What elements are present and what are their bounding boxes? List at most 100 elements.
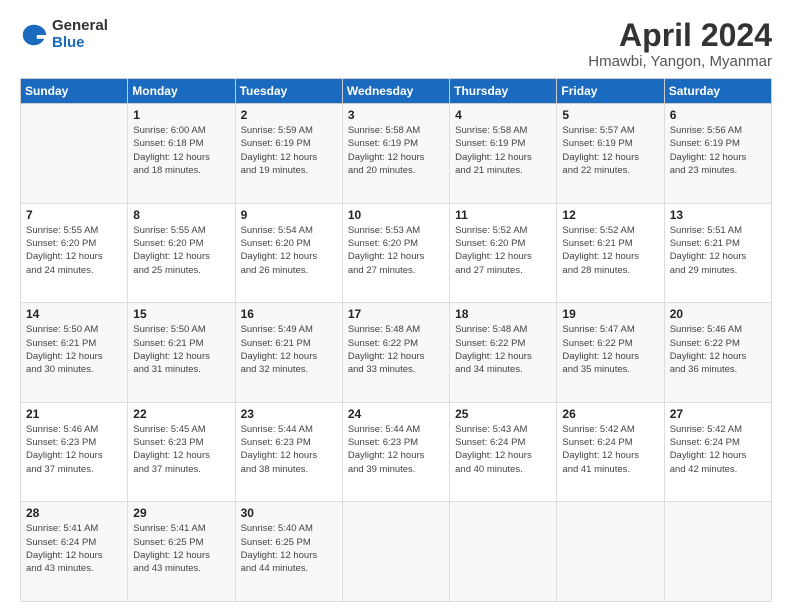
day-number: 15 (133, 307, 229, 321)
calendar-header-row: Sunday Monday Tuesday Wednesday Thursday… (21, 79, 772, 104)
day-info: Sunrise: 5:55 AM Sunset: 6:20 PM Dayligh… (26, 224, 122, 277)
title-month: April 2024 (588, 18, 772, 53)
day-number: 11 (455, 208, 551, 222)
day-info: Sunrise: 5:42 AM Sunset: 6:24 PM Dayligh… (670, 423, 766, 476)
logo: General Blue (20, 18, 108, 51)
day-info: Sunrise: 5:52 AM Sunset: 6:20 PM Dayligh… (455, 224, 551, 277)
day-info: Sunrise: 5:59 AM Sunset: 6:19 PM Dayligh… (241, 124, 337, 177)
day-number: 21 (26, 407, 122, 421)
page: General Blue April 2024 Hmawbi, Yangon, … (0, 0, 792, 612)
day-info: Sunrise: 5:44 AM Sunset: 6:23 PM Dayligh… (348, 423, 444, 476)
day-info: Sunrise: 5:57 AM Sunset: 6:19 PM Dayligh… (562, 124, 658, 177)
calendar-day-cell: 3 Sunrise: 5:58 AM Sunset: 6:19 PM Daylig… (342, 104, 449, 204)
day-info: Sunrise: 5:56 AM Sunset: 6:19 PM Dayligh… (670, 124, 766, 177)
calendar-day-cell: 18 Sunrise: 5:48 AM Sunset: 6:22 PM Dayli… (450, 303, 557, 403)
col-sunday: Sunday (21, 79, 128, 104)
calendar-day-cell: 16 Sunrise: 5:49 AM Sunset: 6:21 PM Dayli… (235, 303, 342, 403)
day-number: 1 (133, 108, 229, 122)
day-number: 24 (348, 407, 444, 421)
calendar-day-cell: 4 Sunrise: 5:58 AM Sunset: 6:19 PM Daylig… (450, 104, 557, 204)
day-number: 6 (670, 108, 766, 122)
calendar-day-cell (557, 502, 664, 602)
day-number: 26 (562, 407, 658, 421)
calendar-day-cell: 8 Sunrise: 5:55 AM Sunset: 6:20 PM Daylig… (128, 203, 235, 303)
calendar-day-cell (664, 502, 771, 602)
calendar-day-cell: 13Sunrise: 5:51 AM Sunset: 6:21 PM Dayli… (664, 203, 771, 303)
col-monday: Monday (128, 79, 235, 104)
calendar-day-cell: 28Sunrise: 5:41 AM Sunset: 6:24 PM Dayli… (21, 502, 128, 602)
calendar-day-cell: 25 Sunrise: 5:43 AM Sunset: 6:24 PM Dayli… (450, 402, 557, 502)
day-info: Sunrise: 5:40 AM Sunset: 6:25 PM Dayligh… (241, 522, 337, 575)
day-info: Sunrise: 5:45 AM Sunset: 6:23 PM Dayligh… (133, 423, 229, 476)
day-number: 2 (241, 108, 337, 122)
day-info: Sunrise: 5:58 AM Sunset: 6:19 PM Dayligh… (348, 124, 444, 177)
calendar-day-cell: 21 Sunrise: 5:46 AM Sunset: 6:23 PM Dayli… (21, 402, 128, 502)
col-tuesday: Tuesday (235, 79, 342, 104)
day-info: Sunrise: 5:48 AM Sunset: 6:22 PM Dayligh… (455, 323, 551, 376)
day-number: 18 (455, 307, 551, 321)
day-info: Sunrise: 5:41 AM Sunset: 6:24 PM Dayligh… (26, 522, 122, 575)
day-info: Sunrise: 6:00 AM Sunset: 6:18 PM Dayligh… (133, 124, 229, 177)
day-number: 16 (241, 307, 337, 321)
day-info: Sunrise: 5:48 AM Sunset: 6:22 PM Dayligh… (348, 323, 444, 376)
calendar-week-row: 7 Sunrise: 5:55 AM Sunset: 6:20 PM Daylig… (21, 203, 772, 303)
day-number: 25 (455, 407, 551, 421)
calendar-day-cell: 2 Sunrise: 5:59 AM Sunset: 6:19 PM Daylig… (235, 104, 342, 204)
day-number: 27 (670, 407, 766, 421)
day-number: 29 (133, 506, 229, 520)
day-number: 4 (455, 108, 551, 122)
calendar-day-cell: 15 Sunrise: 5:50 AM Sunset: 6:21 PM Dayli… (128, 303, 235, 403)
day-number: 10 (348, 208, 444, 222)
day-info: Sunrise: 5:43 AM Sunset: 6:24 PM Dayligh… (455, 423, 551, 476)
calendar-day-cell: 24 Sunrise: 5:44 AM Sunset: 6:23 PM Dayli… (342, 402, 449, 502)
day-info: Sunrise: 5:53 AM Sunset: 6:20 PM Dayligh… (348, 224, 444, 277)
calendar-day-cell: 6 Sunrise: 5:56 AM Sunset: 6:19 PM Daylig… (664, 104, 771, 204)
day-number: 22 (133, 407, 229, 421)
title-location: Hmawbi, Yangon, Myanmar (588, 53, 772, 70)
day-info: Sunrise: 5:54 AM Sunset: 6:20 PM Dayligh… (241, 224, 337, 277)
day-info: Sunrise: 5:55 AM Sunset: 6:20 PM Dayligh… (133, 224, 229, 277)
calendar-day-cell: 30Sunrise: 5:40 AM Sunset: 6:25 PM Dayli… (235, 502, 342, 602)
logo-general-text: General (52, 18, 108, 35)
logo-text: General Blue (52, 18, 108, 51)
day-info: Sunrise: 5:49 AM Sunset: 6:21 PM Dayligh… (241, 323, 337, 376)
day-number: 3 (348, 108, 444, 122)
day-number: 12 (562, 208, 658, 222)
day-number: 7 (26, 208, 122, 222)
calendar-week-row: 14 Sunrise: 5:50 AM Sunset: 6:21 PM Dayli… (21, 303, 772, 403)
calendar-day-cell: 10 Sunrise: 5:53 AM Sunset: 6:20 PM Dayli… (342, 203, 449, 303)
calendar-day-cell (342, 502, 449, 602)
calendar-week-row: 28Sunrise: 5:41 AM Sunset: 6:24 PM Dayli… (21, 502, 772, 602)
calendar-day-cell: 26 Sunrise: 5:42 AM Sunset: 6:24 PM Dayli… (557, 402, 664, 502)
day-info: Sunrise: 5:42 AM Sunset: 6:24 PM Dayligh… (562, 423, 658, 476)
calendar-day-cell: 20Sunrise: 5:46 AM Sunset: 6:22 PM Dayli… (664, 303, 771, 403)
day-info: Sunrise: 5:46 AM Sunset: 6:23 PM Dayligh… (26, 423, 122, 476)
calendar-day-cell: 9Sunrise: 5:54 AM Sunset: 6:20 PM Daylig… (235, 203, 342, 303)
title-block: April 2024 Hmawbi, Yangon, Myanmar (588, 18, 772, 70)
header: General Blue April 2024 Hmawbi, Yangon, … (20, 18, 772, 70)
calendar-day-cell: 12Sunrise: 5:52 AM Sunset: 6:21 PM Dayli… (557, 203, 664, 303)
calendar-day-cell: 14Sunrise: 5:50 AM Sunset: 6:21 PM Dayli… (21, 303, 128, 403)
day-number: 14 (26, 307, 122, 321)
day-info: Sunrise: 5:58 AM Sunset: 6:19 PM Dayligh… (455, 124, 551, 177)
day-number: 23 (241, 407, 337, 421)
calendar-day-cell: 29 Sunrise: 5:41 AM Sunset: 6:25 PM Dayli… (128, 502, 235, 602)
day-info: Sunrise: 5:44 AM Sunset: 6:23 PM Dayligh… (241, 423, 337, 476)
calendar-day-cell: 7 Sunrise: 5:55 AM Sunset: 6:20 PM Daylig… (21, 203, 128, 303)
calendar-day-cell: 27 Sunrise: 5:42 AM Sunset: 6:24 PM Dayli… (664, 402, 771, 502)
day-number: 5 (562, 108, 658, 122)
col-friday: Friday (557, 79, 664, 104)
calendar-table: Sunday Monday Tuesday Wednesday Thursday… (20, 78, 772, 602)
calendar-week-row: 21 Sunrise: 5:46 AM Sunset: 6:23 PM Dayli… (21, 402, 772, 502)
day-info: Sunrise: 5:46 AM Sunset: 6:22 PM Dayligh… (670, 323, 766, 376)
day-number: 8 (133, 208, 229, 222)
day-info: Sunrise: 5:51 AM Sunset: 6:21 PM Dayligh… (670, 224, 766, 277)
calendar-day-cell: 1 Sunrise: 6:00 AM Sunset: 6:18 PM Daylig… (128, 104, 235, 204)
col-thursday: Thursday (450, 79, 557, 104)
calendar-day-cell: 22 Sunrise: 5:45 AM Sunset: 6:23 PM Dayli… (128, 402, 235, 502)
day-number: 19 (562, 307, 658, 321)
day-info: Sunrise: 5:50 AM Sunset: 6:21 PM Dayligh… (133, 323, 229, 376)
day-info: Sunrise: 5:41 AM Sunset: 6:25 PM Dayligh… (133, 522, 229, 575)
calendar-day-cell (21, 104, 128, 204)
day-number: 17 (348, 307, 444, 321)
